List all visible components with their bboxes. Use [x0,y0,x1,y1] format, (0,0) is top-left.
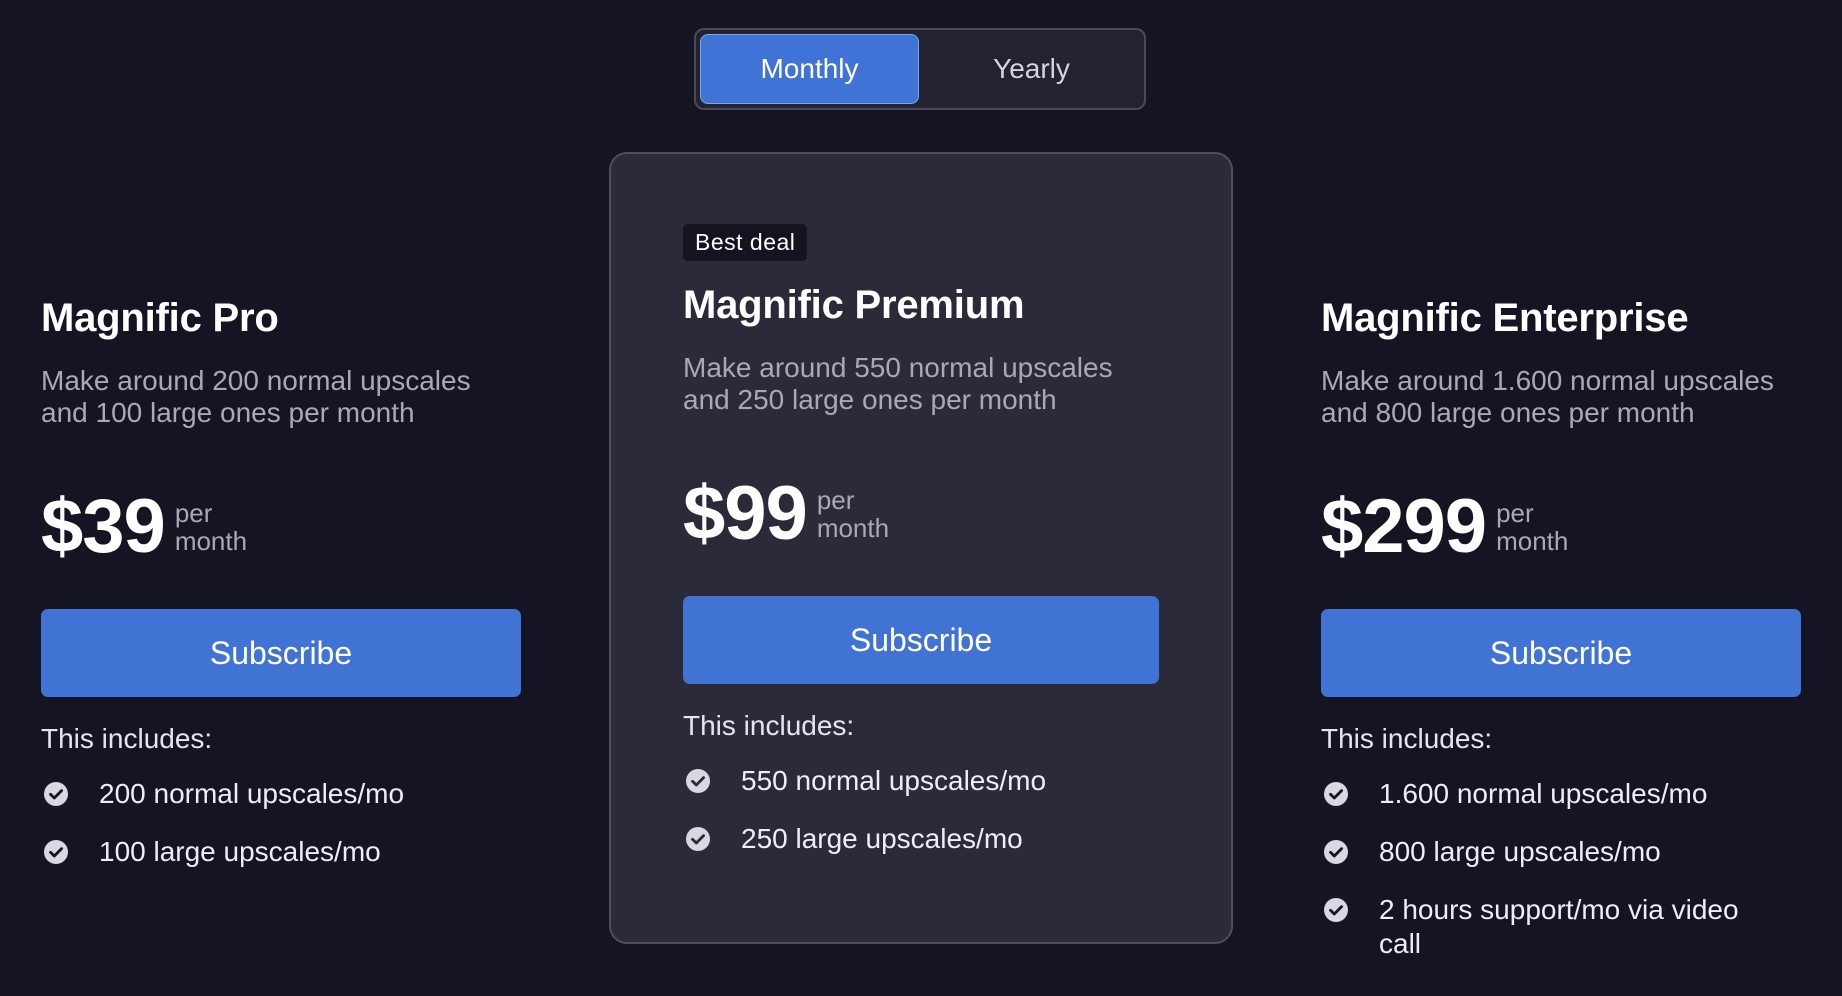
plan-card-pro: Magnific Pro Make around 200 normal upsc… [41,296,521,893]
plan-description: Make around 200 normal upscales and 100 … [41,365,521,429]
plan-description-line: and 250 large ones per month [683,384,1057,415]
feature-text: 100 large upscales/mo [99,836,381,867]
includes-label: This includes: [41,723,213,754]
best-deal-badge: Best deal [683,224,808,261]
price-period-line: month [816,513,890,543]
includes-label: This includes: [1321,723,1493,754]
price-period: per month [817,486,889,542]
feature-item: 250 large upscales/mo [683,822,1159,856]
plan-description-line: Make around 550 normal upscales [683,352,1113,383]
feature-text: 200 normal upscales/mo [99,778,405,809]
check-circle-icon [1324,840,1348,864]
feature-text: 250 large upscales/mo [741,823,1023,854]
feature-list: 550 normal upscales/mo 250 large upscale… [683,764,1159,856]
plan-description: Make around 1.600 normal upscales and 80… [1321,365,1801,429]
price-period: per month [1496,499,1568,555]
plan-description-line: Make around 200 normal upscales [41,365,471,396]
plan-price: $99 [683,471,808,556]
check-circle-icon [1324,898,1348,922]
check-circle-icon [1324,782,1348,806]
price-period-line: per [816,485,855,515]
plan-description: Make around 550 normal upscales and 250 … [683,352,1159,416]
plan-name: Magnific Pro [41,296,279,340]
feature-text: 550 normal upscales/mo [741,765,1047,796]
plan-price: $39 [41,484,166,569]
price-period-line: per [174,498,213,528]
feature-text: 2 hours support/mo via video call [1379,894,1739,959]
plan-name: Magnific Enterprise [1321,296,1689,340]
check-circle-icon [686,769,710,793]
plan-description-line: and 100 large ones per month [41,397,415,428]
price-period-line: per [1496,498,1534,528]
feature-list: 200 normal upscales/mo 100 large upscale… [41,777,521,869]
subscribe-button[interactable]: Subscribe [41,609,521,697]
price-period: per month [175,499,247,555]
plan-card-premium: Best deal Magnific Premium Make around 5… [609,152,1233,944]
plan-price: $299 [1321,484,1487,569]
price-row: $39 per month [41,489,521,565]
billing-toggle: Monthly Yearly [694,28,1146,110]
toggle-yearly[interactable]: Yearly [923,34,1140,104]
feature-item: 800 large upscales/mo [1321,835,1801,869]
price-period-line: month [174,526,248,556]
plan-name: Magnific Premium [683,283,1025,327]
plan-description-line: and 800 large ones per month [1321,397,1695,428]
feature-item: 100 large upscales/mo [41,835,521,869]
price-period-line: month [1496,526,1569,556]
check-circle-icon [686,827,710,851]
subscribe-button[interactable]: Subscribe [683,596,1159,684]
includes-label: This includes: [683,710,855,741]
price-row: $299 per month [1321,489,1801,565]
feature-list: 1.600 normal upscales/mo 800 large upsca… [1321,777,1801,961]
feature-item: 550 normal upscales/mo [683,764,1159,798]
check-circle-icon [44,782,68,806]
feature-item: 1.600 normal upscales/mo [1321,777,1801,811]
subscribe-button[interactable]: Subscribe [1321,609,1801,697]
feature-text: 800 large upscales/mo [1379,836,1661,867]
price-row: $99 per month [683,476,1159,552]
feature-item: 200 normal upscales/mo [41,777,521,811]
feature-text: 1.600 normal upscales/mo [1379,778,1708,809]
feature-item: 2 hours support/mo via video call [1321,893,1801,961]
pricing-page: Monthly Yearly Magnific Pro Make around … [0,0,1842,996]
toggle-monthly[interactable]: Monthly [700,34,919,104]
plan-description-line: Make around 1.600 normal upscales [1321,365,1774,396]
plan-card-enterprise: Magnific Enterprise Make around 1.600 no… [1321,296,1801,985]
check-circle-icon [44,840,68,864]
